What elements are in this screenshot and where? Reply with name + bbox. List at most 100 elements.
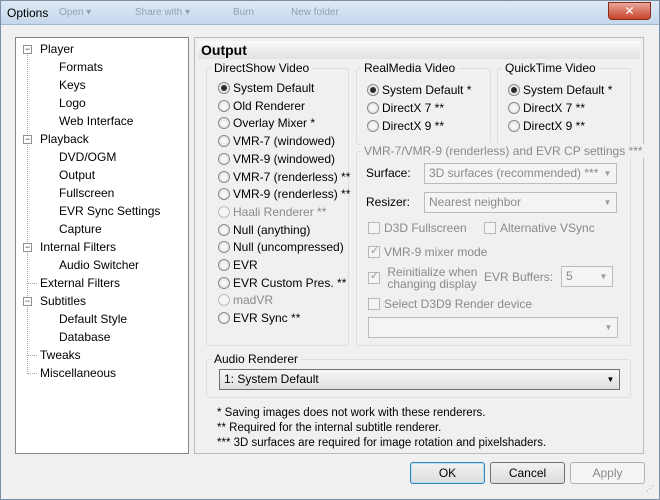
tree-item-capture[interactable]: Capture <box>59 221 102 238</box>
reinitialize-checkbox[interactable]: Reinitialize when changing display <box>368 266 477 290</box>
audio-renderer-select[interactable]: 1: System Default ▼ <box>219 369 620 390</box>
directshow-radio-old-renderer[interactable]: Old Renderer <box>218 98 305 114</box>
ghost-menu-burn: Burn <box>233 7 255 18</box>
realmedia-radio-system-default[interactable]: System Default * <box>367 82 471 98</box>
quicktime-radio-directx-9[interactable]: DirectX 9 ** <box>508 118 585 134</box>
vmr9-mixer-checkbox[interactable]: VMR-9 mixer mode <box>368 244 487 259</box>
options-tree[interactable]: − Player Formats Keys Logo Web Interface − Play… <box>15 37 189 454</box>
tree-item-default-style[interactable]: Default Style <box>59 311 127 328</box>
radio-button-icon <box>218 82 230 94</box>
tree-item-dvd-ogm[interactable]: DVD/OGM <box>59 149 116 166</box>
radio-button-icon <box>218 276 230 289</box>
realmedia-radio-directx-7[interactable]: DirectX 7 ** <box>367 100 444 116</box>
tree-item-internal-filters[interactable]: Internal Filters <box>40 239 116 256</box>
quicktime-video-title: QuickTime Video <box>502 61 599 75</box>
chevron-down-icon: ▼ <box>606 375 615 384</box>
radio-button-icon <box>218 241 230 254</box>
radio-button-icon <box>367 120 379 132</box>
directshow-radio-vmr-9-renderless[interactable]: VMR-9 (renderless) ** <box>218 186 350 202</box>
checkbox-box <box>368 270 380 284</box>
directshow-radio-evr-custom-pres[interactable]: EVR Custom Pres. ** <box>218 275 346 291</box>
radio-label: VMR-7 (windowed) <box>233 134 336 149</box>
directshow-radio-vmr-7-windowed[interactable]: VMR-7 (windowed) <box>218 133 335 149</box>
directshow-radio-haali-renderer[interactable]: Haali Renderer ** <box>218 204 326 220</box>
realmedia-radio-directx-9[interactable]: DirectX 9 ** <box>367 118 444 134</box>
surface-value: 3D surfaces (recommended) *** <box>429 166 599 180</box>
directshow-radio-null-uncompressed[interactable]: Null (uncompressed) <box>218 239 344 255</box>
surface-label: Surface: <box>366 166 411 180</box>
tree-item-web-interface[interactable]: Web Interface <box>59 113 133 130</box>
radio-label: Haali Renderer ** <box>233 204 327 219</box>
directshow-radio-vmr-9-windowed[interactable]: VMR-9 (windowed) <box>218 151 335 167</box>
directshow-radio-overlay-mixer[interactable]: Overlay Mixer * <box>218 115 315 131</box>
radio-button-icon <box>218 259 230 271</box>
directshow-radio-evr[interactable]: EVR <box>218 257 258 273</box>
radio-button-icon <box>508 84 520 96</box>
radio-button-icon <box>218 312 230 325</box>
directshow-radio-madvr[interactable]: madVR <box>218 292 273 308</box>
surface-select[interactable]: 3D surfaces (recommended) *** ▼ <box>424 163 617 184</box>
cancel-button[interactable]: Cancel <box>490 462 565 484</box>
select-d3d9-device-checkbox[interactable]: Select D3D9 Render device <box>368 297 532 311</box>
footnotes: * Saving images does not work with these… <box>217 406 546 451</box>
directshow-radio-vmr-7-renderless[interactable]: VMR-7 (renderless) ** <box>218 169 350 185</box>
select-d3d9-device-label: Select D3D9 Render device <box>384 297 533 311</box>
tree-item-evr-sync-settings[interactable]: EVR Sync Settings <box>59 203 160 220</box>
tree-item-formats[interactable]: Formats <box>59 59 103 76</box>
ghost-menu-new-folder: New folder <box>291 7 339 18</box>
tree-item-audio-switcher[interactable]: Audio Switcher <box>59 257 139 274</box>
footnote-2: ** Required for the internal subtitle re… <box>217 422 442 434</box>
tree-item-database[interactable]: Database <box>59 329 110 346</box>
reinitialize-label-line2: changing display <box>387 277 477 291</box>
tree-expander-icon[interactable]: − <box>23 135 32 144</box>
radio-label: DirectX 9 ** <box>523 119 586 133</box>
tree-expander-icon[interactable]: − <box>23 243 32 252</box>
radio-button-icon <box>508 120 520 132</box>
evr-buffers-label: EVR Buffers: <box>484 270 554 284</box>
tree-item-playback[interactable]: Playback <box>40 131 89 148</box>
tree-item-external-filters[interactable]: External Filters <box>40 275 120 292</box>
resizer-select[interactable]: Nearest neighbor ▼ <box>424 192 617 213</box>
radio-label: Null (uncompressed) <box>233 240 344 255</box>
tree-item-logo[interactable]: Logo <box>59 95 86 112</box>
title-bar: Options Open ▾ Share with ▾ Burn New fol… <box>1 1 659 25</box>
audio-renderer-value: 1: System Default <box>224 372 319 386</box>
directshow-radio-system-default[interactable]: System Default <box>218 80 314 96</box>
close-icon: ✕ <box>624 4 635 18</box>
radio-label: DirectX 7 ** <box>523 101 586 115</box>
radio-label: VMR-7 (renderless) ** <box>233 169 351 184</box>
apply-button[interactable]: Apply <box>570 462 645 484</box>
tree-item-keys[interactable]: Keys <box>59 77 86 94</box>
radio-button-icon <box>218 223 230 236</box>
radio-button-icon <box>218 117 230 130</box>
tree-item-player[interactable]: Player <box>40 41 74 58</box>
radio-label: EVR Sync ** <box>233 311 301 326</box>
vmr-settings-title: VMR-7/VMR-9 (renderless) and EVR CP sett… <box>361 144 646 158</box>
realmedia-video-title: RealMedia Video <box>361 61 459 75</box>
tree-item-miscellaneous[interactable]: Miscellaneous <box>40 365 116 382</box>
d3d-fullscreen-checkbox[interactable]: D3D Fullscreen <box>368 221 467 235</box>
evr-buffers-select[interactable]: 5 ▼ <box>561 266 613 287</box>
directshow-radio-evr-sync[interactable]: EVR Sync ** <box>218 310 300 326</box>
d3d9-device-select[interactable]: ▼ <box>368 317 618 338</box>
tree-item-output[interactable]: Output <box>59 167 96 184</box>
radio-label: System Default * <box>523 83 613 97</box>
tree-item-tweaks[interactable]: Tweaks <box>40 347 81 364</box>
resizer-label: Resizer: <box>366 195 411 209</box>
tree-item-subtitles[interactable]: Subtitles <box>40 293 86 310</box>
radio-button-icon <box>218 99 230 112</box>
quicktime-radio-system-default[interactable]: System Default * <box>508 82 612 98</box>
radio-button-icon <box>218 188 230 201</box>
tree-item-fullscreen[interactable]: Fullscreen <box>59 185 114 202</box>
resize-grip-icon[interactable]: ⋰ <box>646 485 656 496</box>
directshow-radio-null-anything[interactable]: Null (anything) <box>218 222 310 238</box>
window-title: Options <box>7 6 49 20</box>
alternative-vsync-checkbox[interactable]: Alternative VSync <box>484 221 595 235</box>
radio-button-icon <box>218 152 230 165</box>
tree-expander-icon[interactable]: − <box>23 45 32 54</box>
tree-expander-icon[interactable]: − <box>23 297 32 306</box>
quicktime-radio-directx-7[interactable]: DirectX 7 ** <box>508 100 585 116</box>
close-button[interactable]: ✕ <box>608 2 651 20</box>
audio-renderer-title: Audio Renderer <box>211 352 302 366</box>
ok-button[interactable]: OK <box>410 462 485 484</box>
